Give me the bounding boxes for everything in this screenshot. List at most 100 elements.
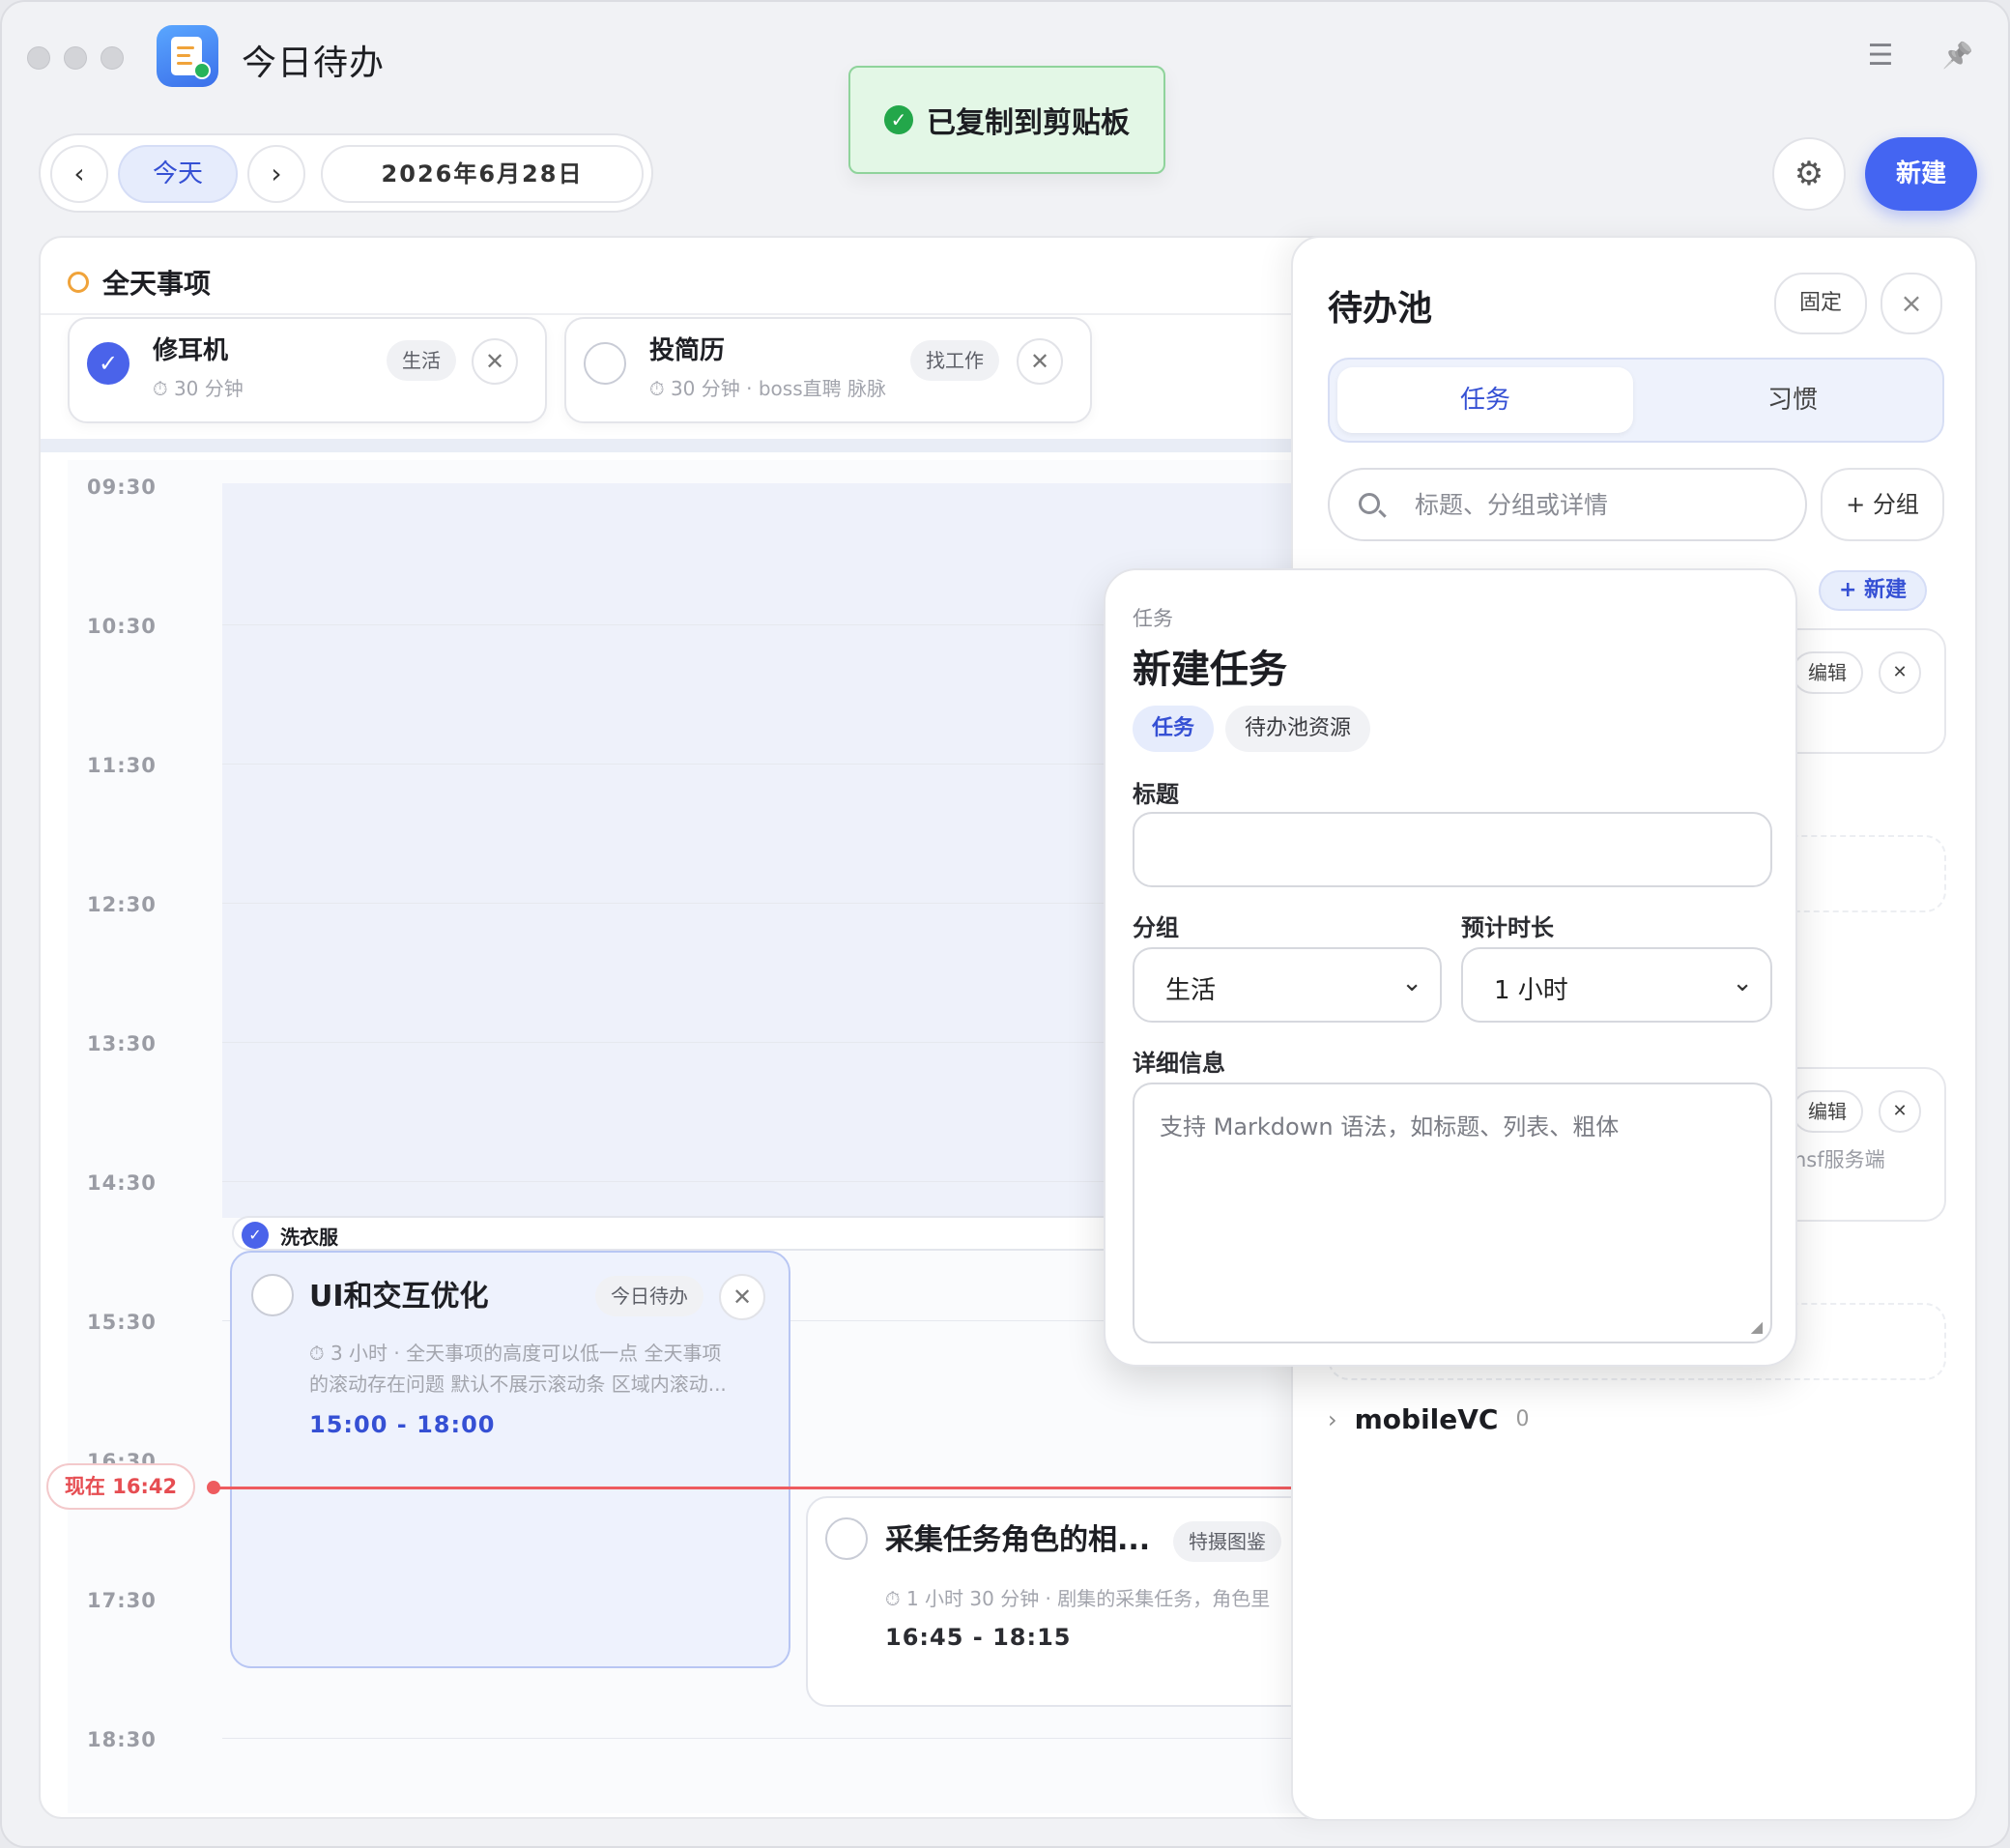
event-time: 15:00 - 18:00	[309, 1411, 496, 1438]
hour-label: 18:30	[87, 1728, 157, 1751]
detail-placeholder: 支持 Markdown 语法，如标题、列表、粗体	[1160, 1113, 1620, 1141]
today-button[interactable]: 今天	[118, 145, 238, 203]
event-title: UI和交互优化	[309, 1280, 489, 1314]
hour-label: 10:30	[87, 615, 157, 638]
hour-label: 16:30	[87, 1450, 157, 1463]
title-label: 标题	[1133, 781, 1179, 808]
group-tag: 特摄图鉴	[1173, 1521, 1281, 1562]
hour-label: 12:30	[87, 893, 157, 916]
group-select[interactable]: 生活 ⌄	[1133, 947, 1442, 1023]
new-task-dialog: 任务 新建任务 任务 待办池资源 标题 分组 预计时长 生活 ⌄ 1 小时 ⌄ …	[1104, 568, 1797, 1367]
event-time: 16:45 - 18:15	[885, 1624, 1072, 1651]
checkbox-checked[interactable]: ✓	[242, 1222, 269, 1249]
group-name: mobileVC	[1354, 1403, 1499, 1435]
duration-label: 预计时长	[1461, 914, 1554, 941]
tab-tasks[interactable]: 任务	[1337, 367, 1633, 433]
duration-select[interactable]: 1 小时 ⌄	[1461, 947, 1772, 1023]
chevron-down-icon: ⌄	[1401, 968, 1422, 997]
zoom-window-button[interactable]	[100, 46, 124, 70]
group-select-value: 生活	[1165, 976, 1217, 1005]
pool-tabs: 任务 习惯	[1328, 358, 1944, 443]
search-input[interactable]	[1415, 483, 1782, 526]
current-time-badge: 现在 16:42	[46, 1463, 195, 1510]
checkbox[interactable]	[825, 1517, 868, 1560]
task-title: 投简历	[649, 336, 726, 365]
remove-button[interactable]: ✕	[1879, 1090, 1921, 1133]
tab-habits[interactable]: 习惯	[1645, 367, 1940, 433]
tab-task[interactable]: 任务	[1133, 706, 1214, 752]
hour-label: 13:30	[87, 1032, 157, 1055]
current-time-dot	[207, 1481, 220, 1494]
event-title: 洗衣服	[280, 1226, 338, 1249]
task-meta: hsf服务端	[1794, 1148, 1885, 1171]
menu-icon[interactable]: ☰	[1863, 39, 1898, 73]
settings-button[interactable]: ⚙	[1772, 137, 1846, 211]
timeline-event[interactable]: 采集任务角色的相... 特摄图鉴 ⏱ 1 小时 30 分钟 · 剧集的采集任务，…	[806, 1496, 1347, 1707]
checkbox[interactable]	[584, 342, 626, 385]
prev-day-button[interactable]: ‹	[50, 145, 108, 203]
task-title: 修耳机	[153, 336, 229, 365]
minimize-window-button[interactable]	[64, 46, 87, 70]
allday-title: 全天事项	[102, 268, 212, 300]
group-row[interactable]: › mobileVC 0	[1328, 1403, 1529, 1435]
add-group-button[interactable]: + 分组	[1821, 468, 1944, 541]
timeline-event[interactable]: UI和交互优化 今日待办 ✕ ⏱ 3 小时 · 全天事项的高度可以低一点 全天事…	[230, 1251, 790, 1668]
clock-icon	[68, 272, 89, 293]
event-meta: ⏱ 1 小时 30 分钟 · 剧集的采集任务，角色里	[885, 1587, 1271, 1610]
task-meta: ⏱ 30 分钟	[153, 377, 244, 400]
hour-label: 11:30	[87, 754, 157, 777]
pin-panel-button[interactable]: 固定	[1774, 273, 1867, 334]
app-icon	[157, 25, 218, 87]
task-meta: ⏱ 30 分钟 · boss直聘 脉脉	[649, 377, 886, 400]
remove-button[interactable]: ✕	[472, 338, 518, 385]
timeline-event[interactable]: ✓ 洗衣服	[232, 1216, 1160, 1251]
current-time-line	[213, 1487, 1343, 1489]
app-window: 今日待办 ☰ 📌 ‹ 今天 › 2026年6月28日 ⚙ 新建 全天事项 ✓ 修…	[0, 0, 2010, 1848]
edit-button[interactable]: 编辑	[1792, 651, 1863, 694]
hour-label: 15:30	[87, 1311, 157, 1334]
copy-toast: ✓ 已复制到剪贴板	[848, 66, 1165, 174]
search-icon	[1359, 493, 1380, 514]
tab-pool-resource[interactable]: 待办池资源	[1225, 706, 1370, 752]
chevron-right-icon: ›	[1328, 1405, 1337, 1433]
app-title: 今日待办	[242, 43, 386, 83]
next-day-button[interactable]: ›	[247, 145, 305, 203]
detail-textarea[interactable]: 支持 Markdown 语法，如标题、列表、粗体 ◢	[1133, 1083, 1772, 1343]
allday-header: 全天事项	[68, 263, 211, 302]
allday-card[interactable]: ✓ 修耳机 ⏱ 30 分钟 生活 ✕	[68, 317, 547, 423]
checkbox[interactable]	[251, 1274, 294, 1316]
allday-card[interactable]: 投简历 ⏱ 30 分钟 · boss直聘 脉脉 找工作 ✕	[564, 317, 1092, 423]
group-tag: 找工作	[910, 340, 999, 381]
title-input[interactable]	[1133, 812, 1772, 887]
group-tag: 今日待办	[595, 1276, 704, 1316]
remove-button[interactable]: ✕	[1017, 338, 1063, 385]
resize-grip-icon[interactable]: ◢	[1751, 1317, 1763, 1336]
pin-icon[interactable]: 📌	[1940, 39, 1975, 73]
checkbox-checked[interactable]: ✓	[87, 342, 129, 385]
close-panel-button[interactable]: ×	[1881, 273, 1942, 334]
group-new-button[interactable]: + 新建	[1819, 570, 1927, 611]
check-circle-icon: ✓	[884, 105, 913, 134]
window-controls[interactable]	[27, 46, 124, 70]
chevron-down-icon: ⌄	[1732, 968, 1753, 997]
close-window-button[interactable]	[27, 46, 50, 70]
search-box	[1328, 468, 1807, 541]
toast-text: 已复制到剪贴板	[927, 106, 1130, 140]
hour-label: 17:30	[87, 1589, 157, 1612]
hour-label: 14:30	[87, 1171, 157, 1195]
detail-label: 详细信息	[1133, 1050, 1225, 1077]
event-title: 采集任务角色的相...	[885, 1523, 1151, 1557]
edit-button[interactable]: 编辑	[1792, 1090, 1863, 1133]
date-navigator: ‹ 今天 › 2026年6月28日	[39, 133, 653, 213]
event-meta: ⏱ 3 小时 · 全天事项的高度可以低一点 全天事项	[309, 1342, 722, 1365]
new-button[interactable]: 新建	[1865, 137, 1977, 211]
remove-button[interactable]: ✕	[1879, 651, 1921, 694]
dialog-title: 新建任务	[1133, 648, 1287, 692]
group-label: 分组	[1133, 914, 1179, 941]
pool-title: 待办池	[1328, 289, 1433, 329]
group-count: 0	[1515, 1407, 1530, 1431]
duration-select-value: 1 小时	[1494, 976, 1568, 1005]
date-picker-button[interactable]: 2026年6月28日	[321, 145, 644, 203]
remove-button[interactable]: ✕	[719, 1274, 765, 1320]
hour-label: 09:30	[87, 476, 157, 499]
